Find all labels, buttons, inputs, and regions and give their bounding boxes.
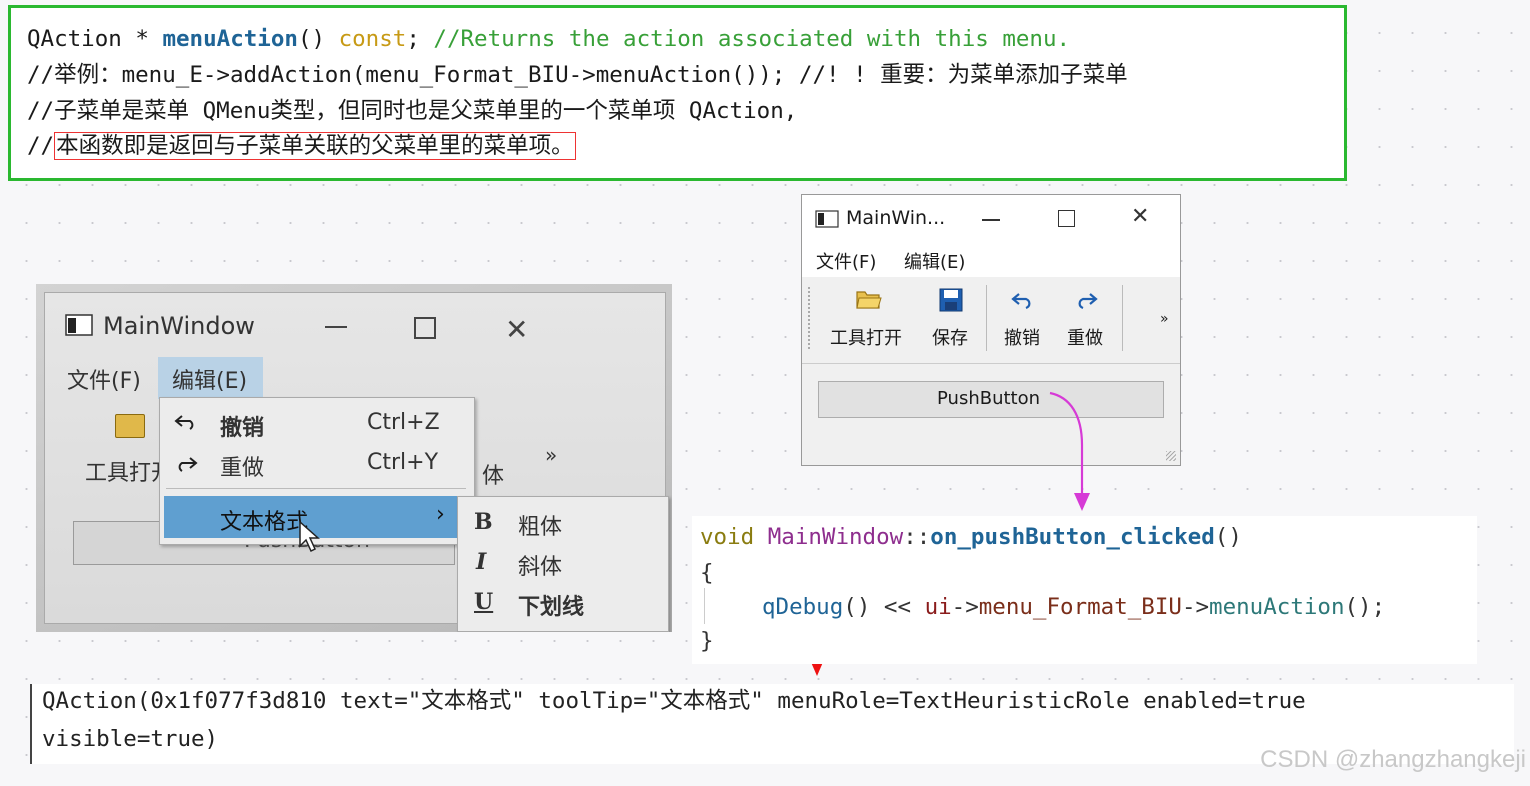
code-line-4: //本函数即是返回与子菜单关联的父菜单里的菜单项。 [27, 132, 576, 160]
edit-dropdown-menu: 撤销 Ctrl+Z 重做 Ctrl+Y 文本格式 › [159, 397, 475, 553]
menu-item-redo[interactable]: 重做 [220, 450, 264, 482]
code-open-brace: { [700, 560, 714, 586]
mouse-cursor-icon [299, 520, 320, 553]
size-grip-icon[interactable] [1166, 451, 1176, 461]
toolbar-bottom-line [802, 363, 1180, 364]
code-line-1: QAction * menuAction() const; //Returns … [27, 26, 1071, 52]
menu-item-undo[interactable]: 撤销 [220, 410, 264, 442]
output-line-1: QAction(0x1f077f3d810 text="文本格式" toolTi… [42, 688, 1306, 714]
shortcut-undo: Ctrl+Z [367, 410, 440, 435]
submenu-item-italic[interactable]: 斜体 [518, 549, 562, 581]
folder-open-icon[interactable] [115, 414, 145, 438]
magenta-arrow [1049, 391, 1090, 511]
menu-edit-highlight[interactable]: 编辑(E) [158, 357, 263, 399]
pushbutton[interactable]: PushButton [818, 381, 1164, 418]
app-icon [65, 314, 93, 336]
app-icon [815, 210, 839, 228]
toolbar-redo[interactable]: 重做 [1067, 324, 1103, 350]
italic-icon: I [476, 549, 487, 575]
small-mainwindow: MainWin... ✕ 文件(F) 编辑(E) 工具打开 保存 撤销 重做 »… [801, 194, 1181, 466]
window-title: MainWindow [103, 312, 255, 340]
code-close-brace: } [700, 628, 714, 654]
toolbar-separator [1122, 285, 1123, 351]
toolbar-bold-label-partial: 体 [482, 464, 505, 489]
menu-separator [166, 488, 466, 489]
maximize-icon[interactable] [1058, 210, 1075, 227]
slot-code-block: void MainWindow::on_pushButton_clicked()… [692, 516, 1477, 664]
redo-icon [1078, 293, 1098, 309]
code-slot-signature: void MainWindow::on_pushButton_clicked() [700, 524, 1242, 550]
toolbar-undo[interactable]: 撤销 [1004, 324, 1040, 350]
menu-edit[interactable]: 编辑(E) [904, 248, 965, 274]
submenu-item-underline[interactable]: 下划线 [518, 589, 584, 621]
minimize-icon[interactable] [325, 326, 347, 328]
save-icon [939, 288, 963, 312]
menu-file[interactable]: 文件(F) [67, 363, 141, 395]
code-qdebug-line: qDebug() << ui->menu_Format_BIU->menuAct… [762, 594, 1386, 620]
toolbar-open[interactable]: 工具打开 [830, 324, 902, 350]
undo-icon [174, 415, 194, 430]
close-icon[interactable]: ✕ [1131, 204, 1149, 229]
toolbar-save[interactable]: 保存 [932, 324, 968, 350]
output-line-2: visible=true) [42, 726, 219, 752]
top-code-block: QAction * menuAction() const; //Returns … [8, 5, 1347, 181]
folder-open-icon [856, 291, 882, 309]
underline-icon: U [474, 589, 494, 615]
menu-edit: 编辑(E) [172, 369, 248, 394]
watermark: CSDN @zhangzhangkeji [1260, 746, 1526, 773]
menubar: 文件(F) 编辑(E) [802, 241, 1180, 277]
maximize-icon[interactable] [414, 317, 436, 339]
redo-icon [178, 457, 198, 472]
highlight-box: 本函数即是返回与子菜单关联的父菜单里的菜单项。 [54, 132, 576, 160]
undo-icon [1011, 293, 1031, 309]
photo-mainwindow: MainWindow ✕ 文件(F) 编辑(E) 工具打开 体 » PushBu… [36, 284, 672, 632]
submenu-arrow-icon: › [436, 502, 445, 527]
toolbar-more-icon[interactable]: » [545, 443, 557, 467]
toolbar-more-icon[interactable]: » [1160, 311, 1169, 327]
code-line-2: //举例：menu_E->addAction(menu_Format_BIU->… [27, 62, 1128, 88]
menu-file[interactable]: 文件(F) [816, 248, 876, 274]
submenu-item-bold[interactable]: 粗体 [518, 509, 562, 541]
code-line-3: //子菜单是菜单 QMenu类型，但同时也是父菜单里的一个菜单项 QAction… [27, 98, 798, 124]
close-icon[interactable]: ✕ [505, 313, 528, 346]
indent-guide [704, 588, 705, 624]
toolbar-separator [986, 285, 987, 351]
bold-icon: B [474, 509, 493, 535]
window-title: MainWin... [846, 207, 946, 229]
minimize-icon[interactable] [982, 219, 1000, 221]
shortcut-redo: Ctrl+Y [367, 450, 439, 475]
format-submenu: B 粗体 I 斜体 U 下划线 [457, 496, 669, 632]
toolbar-handle[interactable] [808, 287, 813, 349]
